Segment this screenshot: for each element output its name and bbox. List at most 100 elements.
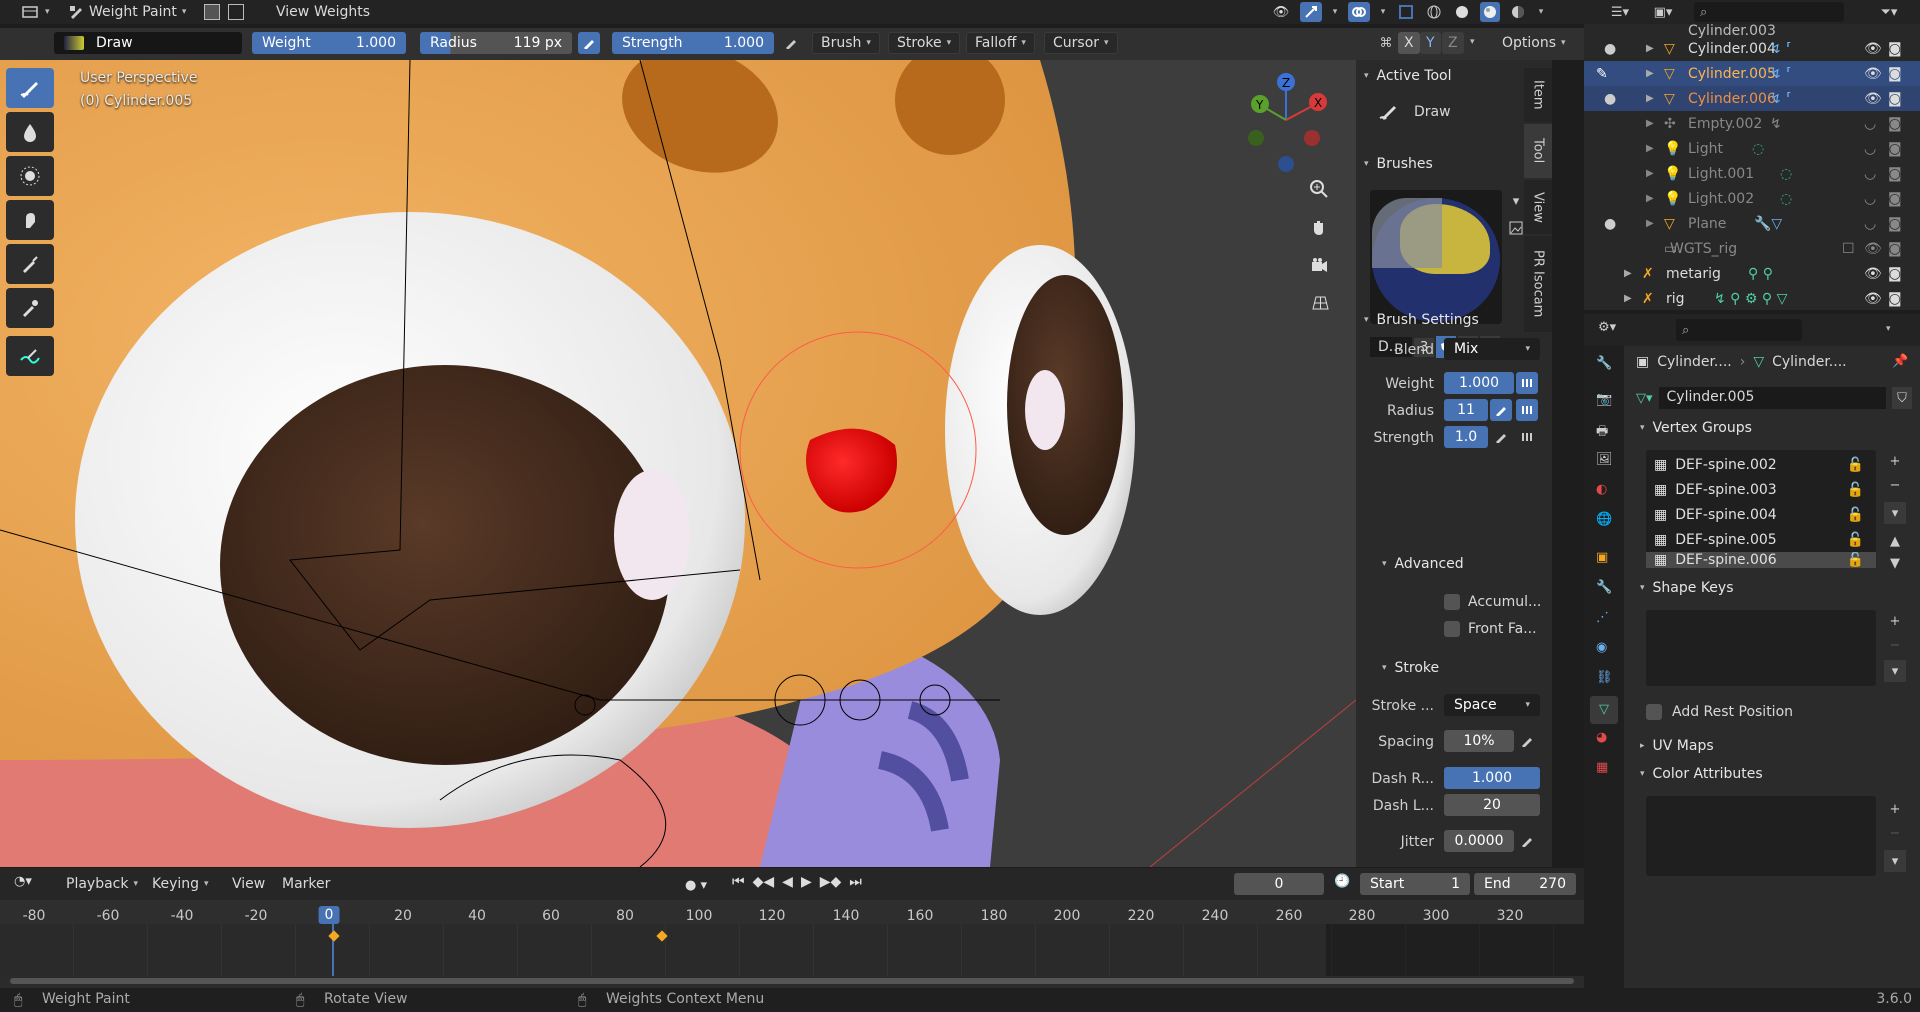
eye-closed-icon[interactable]: ◡ xyxy=(1864,216,1876,232)
scene-tab-icon[interactable]: ◐ xyxy=(1596,482,1607,497)
spacing-field[interactable]: 10% xyxy=(1444,730,1514,752)
eye-icon[interactable]: 👁 xyxy=(1864,266,1882,282)
outliner-row[interactable]: ▶ 💡 Light.001 ◌ ◡ ◙ xyxy=(1584,161,1920,186)
lock-icon[interactable]: 🔓 xyxy=(1847,507,1864,523)
strength-slider[interactable]: Strength 1.000 xyxy=(612,32,774,54)
camera-render-icon[interactable]: ◙ xyxy=(1888,241,1902,257)
weight-field[interactable]: 1.000 xyxy=(1444,372,1514,394)
mirror-y-toggle[interactable]: Y xyxy=(1420,32,1441,54)
xray-toggle-icon[interactable] xyxy=(204,4,220,20)
vertex-groups-section[interactable]: ▾ Vertex Groups xyxy=(1640,420,1752,436)
dash-ratio-field[interactable]: 1.000 xyxy=(1444,767,1540,789)
symmetry-dropdown-icon[interactable]: ▾ xyxy=(1470,37,1475,47)
brushes-section[interactable]: ▾ Brushes xyxy=(1364,156,1433,172)
outliner-row-selected[interactable]: ● ▶ ▽ Cylinder.006 ↯ ⸢ 👁 ◙ xyxy=(1584,86,1920,111)
active-tool-draw[interactable]: Draw xyxy=(1378,102,1451,122)
outliner-filter-icon[interactable]: ⏷▾ xyxy=(1874,2,1904,22)
eye-closed-icon[interactable]: ◡ xyxy=(1864,141,1876,157)
material-shading-icon[interactable] xyxy=(1480,2,1500,22)
editor-type-button[interactable]: ▾ xyxy=(14,1,58,23)
view-layer-tab-icon[interactable]: 🖼 xyxy=(1596,452,1613,467)
ortho-grid-icon[interactable] xyxy=(1302,286,1336,320)
current-frame-field[interactable]: 0 xyxy=(1234,873,1324,895)
radius-field[interactable]: 11 xyxy=(1444,399,1488,421)
outliner-row[interactable]: ▭ WGTS_rig ☐ 👁 ◙ xyxy=(1584,236,1920,261)
menu-marker[interactable]: Marker xyxy=(274,873,338,895)
modifier-tab-icon[interactable]: 🔧 xyxy=(1596,580,1612,595)
menu-brush[interactable]: Brush ▾ xyxy=(812,32,880,54)
remove-shape-key-icon[interactable]: − xyxy=(1884,634,1906,656)
stroke-section[interactable]: ▾ Stroke xyxy=(1382,660,1439,676)
add-color-attribute-icon[interactable]: + xyxy=(1884,798,1906,820)
eye-icon[interactable]: 👁 xyxy=(1864,291,1882,307)
keyframe-marker[interactable] xyxy=(328,930,340,942)
physics-tab-icon[interactable]: ◉ xyxy=(1596,640,1607,655)
front-faces-checkbox[interactable] xyxy=(1444,621,1460,637)
outliner-row[interactable]: ▶ ✗ rig ↯ ⚲ ⚙ ⚲ ▽ 👁 ◙ xyxy=(1584,286,1920,311)
stroke-method-dropdown[interactable]: Space ▾ xyxy=(1444,694,1540,716)
eye-closed-icon[interactable]: ◡ xyxy=(1864,191,1876,207)
play-icon[interactable]: ▶ xyxy=(801,874,812,890)
radius-slider[interactable]: Radius 119 px xyxy=(420,32,572,54)
camera-render-icon[interactable]: ◙ xyxy=(1888,216,1902,232)
jump-to-end-icon[interactable]: ⏭ xyxy=(849,874,862,890)
mesh-data-icon[interactable]: ▽▾ xyxy=(1636,391,1653,406)
shading-dropdown-icon[interactable]: ▾ xyxy=(1536,2,1546,22)
data-tab-icon[interactable]: ▽ xyxy=(1590,696,1618,724)
outliner-row[interactable]: ▶ 💡 Light ◌ ◡ ◙ xyxy=(1584,136,1920,161)
strength-pressure-icon[interactable] xyxy=(780,32,802,54)
constraints-tab-icon[interactable]: ⛓ xyxy=(1596,670,1613,685)
color-attribute-specials-icon[interactable]: ▾ xyxy=(1884,850,1906,872)
timeline-scrollbar[interactable] xyxy=(10,978,1574,984)
timeline-editor-type-icon[interactable]: ◔▾ xyxy=(14,874,32,889)
vertex-group-item-active[interactable]: ▦ DEF-spine.006 🔓 xyxy=(1646,552,1876,568)
properties-search-icon[interactable]: ⌕ xyxy=(1676,319,1802,341)
outliner-row[interactable]: ▶ ✗ metarig ⚲ ⚲ 👁 ◙ xyxy=(1584,261,1920,286)
blur-tool-button[interactable] xyxy=(6,112,54,152)
properties-options-icon[interactable]: ▾ xyxy=(1886,324,1891,334)
weight-slider[interactable]: Weight 1.000 xyxy=(252,32,406,54)
fake-user-icon[interactable]: ⛉ xyxy=(1892,387,1912,409)
gizmo-toggle-icon[interactable] xyxy=(1300,2,1322,22)
render-tab-icon[interactable]: 📷 xyxy=(1596,392,1612,407)
remove-color-attribute-icon[interactable]: − xyxy=(1884,822,1906,844)
weight-unified-icon[interactable] xyxy=(1516,372,1538,394)
camera-view-icon[interactable] xyxy=(1302,248,1336,282)
preview-range-clock-icon[interactable]: 🕘 xyxy=(1334,874,1350,889)
average-tool-button[interactable] xyxy=(6,156,54,196)
brush-list-dropdown-icon[interactable]: ▾ xyxy=(1506,190,1526,212)
eye-icon[interactable]: 👁 xyxy=(1864,241,1882,257)
mesh-name-field[interactable]: Cylinder.005 xyxy=(1658,387,1886,409)
camera-render-icon[interactable]: ◙ xyxy=(1888,91,1902,107)
vertex-group-item[interactable]: ▦ DEF-spine.004 🔓 xyxy=(1646,502,1876,527)
blend-dropdown[interactable]: Mix ▾ xyxy=(1444,338,1540,360)
3d-viewport[interactable]: User Perspective (0) Cylinder.005 Z X Y xyxy=(0,60,1356,867)
end-frame-field[interactable]: End 270 xyxy=(1474,873,1576,895)
add-shape-key-icon[interactable]: + xyxy=(1884,610,1906,632)
remove-vertex-group-icon[interactable]: − xyxy=(1884,474,1906,496)
vertex-group-item[interactable]: ▦ DEF-spine.003 🔓 xyxy=(1646,477,1876,502)
move-up-icon[interactable]: ▲ xyxy=(1884,530,1906,552)
add-rest-position-checkbox[interactable] xyxy=(1646,704,1662,720)
visibility-icon[interactable]: 👁 xyxy=(1270,2,1292,22)
add-vertex-group-icon[interactable]: + xyxy=(1884,450,1906,472)
outliner-row[interactable]: ▶ 💡 Light.002 ◌ ◡ ◙ xyxy=(1584,186,1920,211)
object-tab-icon[interactable]: ▣ xyxy=(1596,550,1608,565)
solid-shading-icon[interactable] xyxy=(1452,2,1472,22)
tab-view[interactable]: View xyxy=(1524,180,1552,234)
outliner-editor-type-icon[interactable]: ☰▾ xyxy=(1606,2,1634,22)
outliner-row[interactable]: ● ▶ ▽ Plane 🔧▽ ◡ ◙ xyxy=(1584,211,1920,236)
camera-render-icon[interactable]: ◙ xyxy=(1888,141,1902,157)
mode-selector[interactable]: Weight Paint ▾ xyxy=(60,1,194,23)
outliner-row[interactable]: ▶ ✣ Empty.002 ↯ ◡ ◙ xyxy=(1584,111,1920,136)
frame-ruler[interactable]: -80 -60 -40 -20 0 20 40 60 80 100 120 14… xyxy=(0,900,1584,924)
jitter-field[interactable]: 0.0000 xyxy=(1444,830,1514,852)
play-reverse-icon[interactable]: ◀ xyxy=(782,874,793,890)
rendered-shading-icon[interactable] xyxy=(1508,2,1528,22)
accumulate-checkbox[interactable] xyxy=(1444,594,1460,610)
spacing-pressure-icon[interactable] xyxy=(1516,730,1538,752)
texture-tab-icon[interactable]: ▦ xyxy=(1596,760,1608,775)
jump-to-keyframe-forward-icon[interactable]: ▶◆ xyxy=(820,874,842,890)
shape-key-specials-icon[interactable]: ▾ xyxy=(1884,660,1906,682)
properties-editor-type-icon[interactable]: ⚙▾ xyxy=(1598,320,1616,335)
